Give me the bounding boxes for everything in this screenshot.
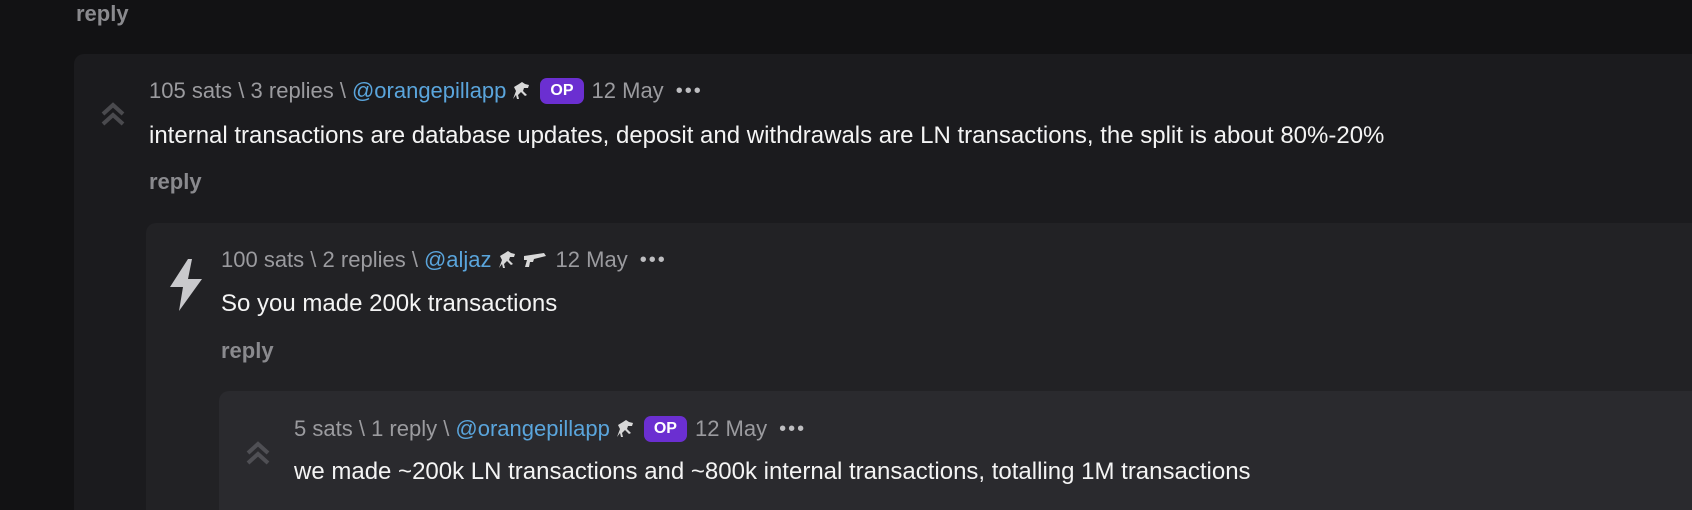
comment-date[interactable]: 12 May — [556, 247, 628, 273]
horse-icon — [496, 250, 518, 270]
separator: \ — [339, 78, 346, 103]
comment-date[interactable]: 12 May — [592, 78, 664, 104]
more-options-icon[interactable]: ••• — [676, 80, 703, 103]
horse-icon — [614, 419, 636, 439]
comment-meta: 105 sats \ 3 replies \ @orangepillapp OP… — [149, 74, 703, 108]
more-options-icon[interactable]: ••• — [640, 249, 667, 272]
horse-icon — [510, 81, 532, 101]
separator: \ — [411, 247, 418, 272]
comment-date[interactable]: 12 May — [695, 416, 767, 442]
user-link[interactable]: @orangepillapp — [455, 416, 609, 442]
sats-count[interactable]: 105 sats — [149, 78, 232, 104]
more-options-icon[interactable]: ••• — [779, 418, 806, 441]
sats-count[interactable]: 5 sats — [294, 416, 353, 442]
gun-icon — [522, 250, 548, 270]
comment-card — [219, 391, 1692, 510]
separator: \ — [443, 416, 450, 441]
user-link[interactable]: @orangepillapp — [352, 78, 506, 104]
replies-count[interactable]: 1 reply — [371, 416, 437, 442]
reply-link[interactable]: reply — [149, 168, 202, 196]
op-badge: OP — [540, 78, 584, 104]
replies-count[interactable]: 3 replies — [251, 78, 334, 104]
comment-thread: reply 105 sats \ 3 replies \ @orangepill… — [0, 0, 1692, 510]
reply-link[interactable]: reply — [76, 0, 129, 28]
comment-text: internal transactions are database updat… — [149, 122, 1385, 149]
comment-meta: 100 sats \ 2 replies \ @aljaz 12 May ••• — [221, 243, 667, 277]
user-link[interactable]: @aljaz — [424, 247, 492, 273]
comment-text: we made ~200k LN transactions and ~800k … — [294, 458, 1251, 485]
comment-meta: 5 sats \ 1 reply \ @orangepillapp OP 12 … — [294, 412, 806, 446]
op-badge: OP — [643, 416, 687, 442]
sats-count[interactable]: 100 sats — [221, 247, 304, 273]
upvote-icon[interactable] — [243, 437, 273, 467]
lightning-bolt-icon[interactable] — [166, 257, 206, 313]
reply-link[interactable]: reply — [221, 337, 274, 365]
upvote-icon[interactable] — [98, 98, 128, 128]
comment-text: So you made 200k transactions — [221, 290, 558, 317]
replies-count[interactable]: 2 replies — [323, 247, 406, 273]
